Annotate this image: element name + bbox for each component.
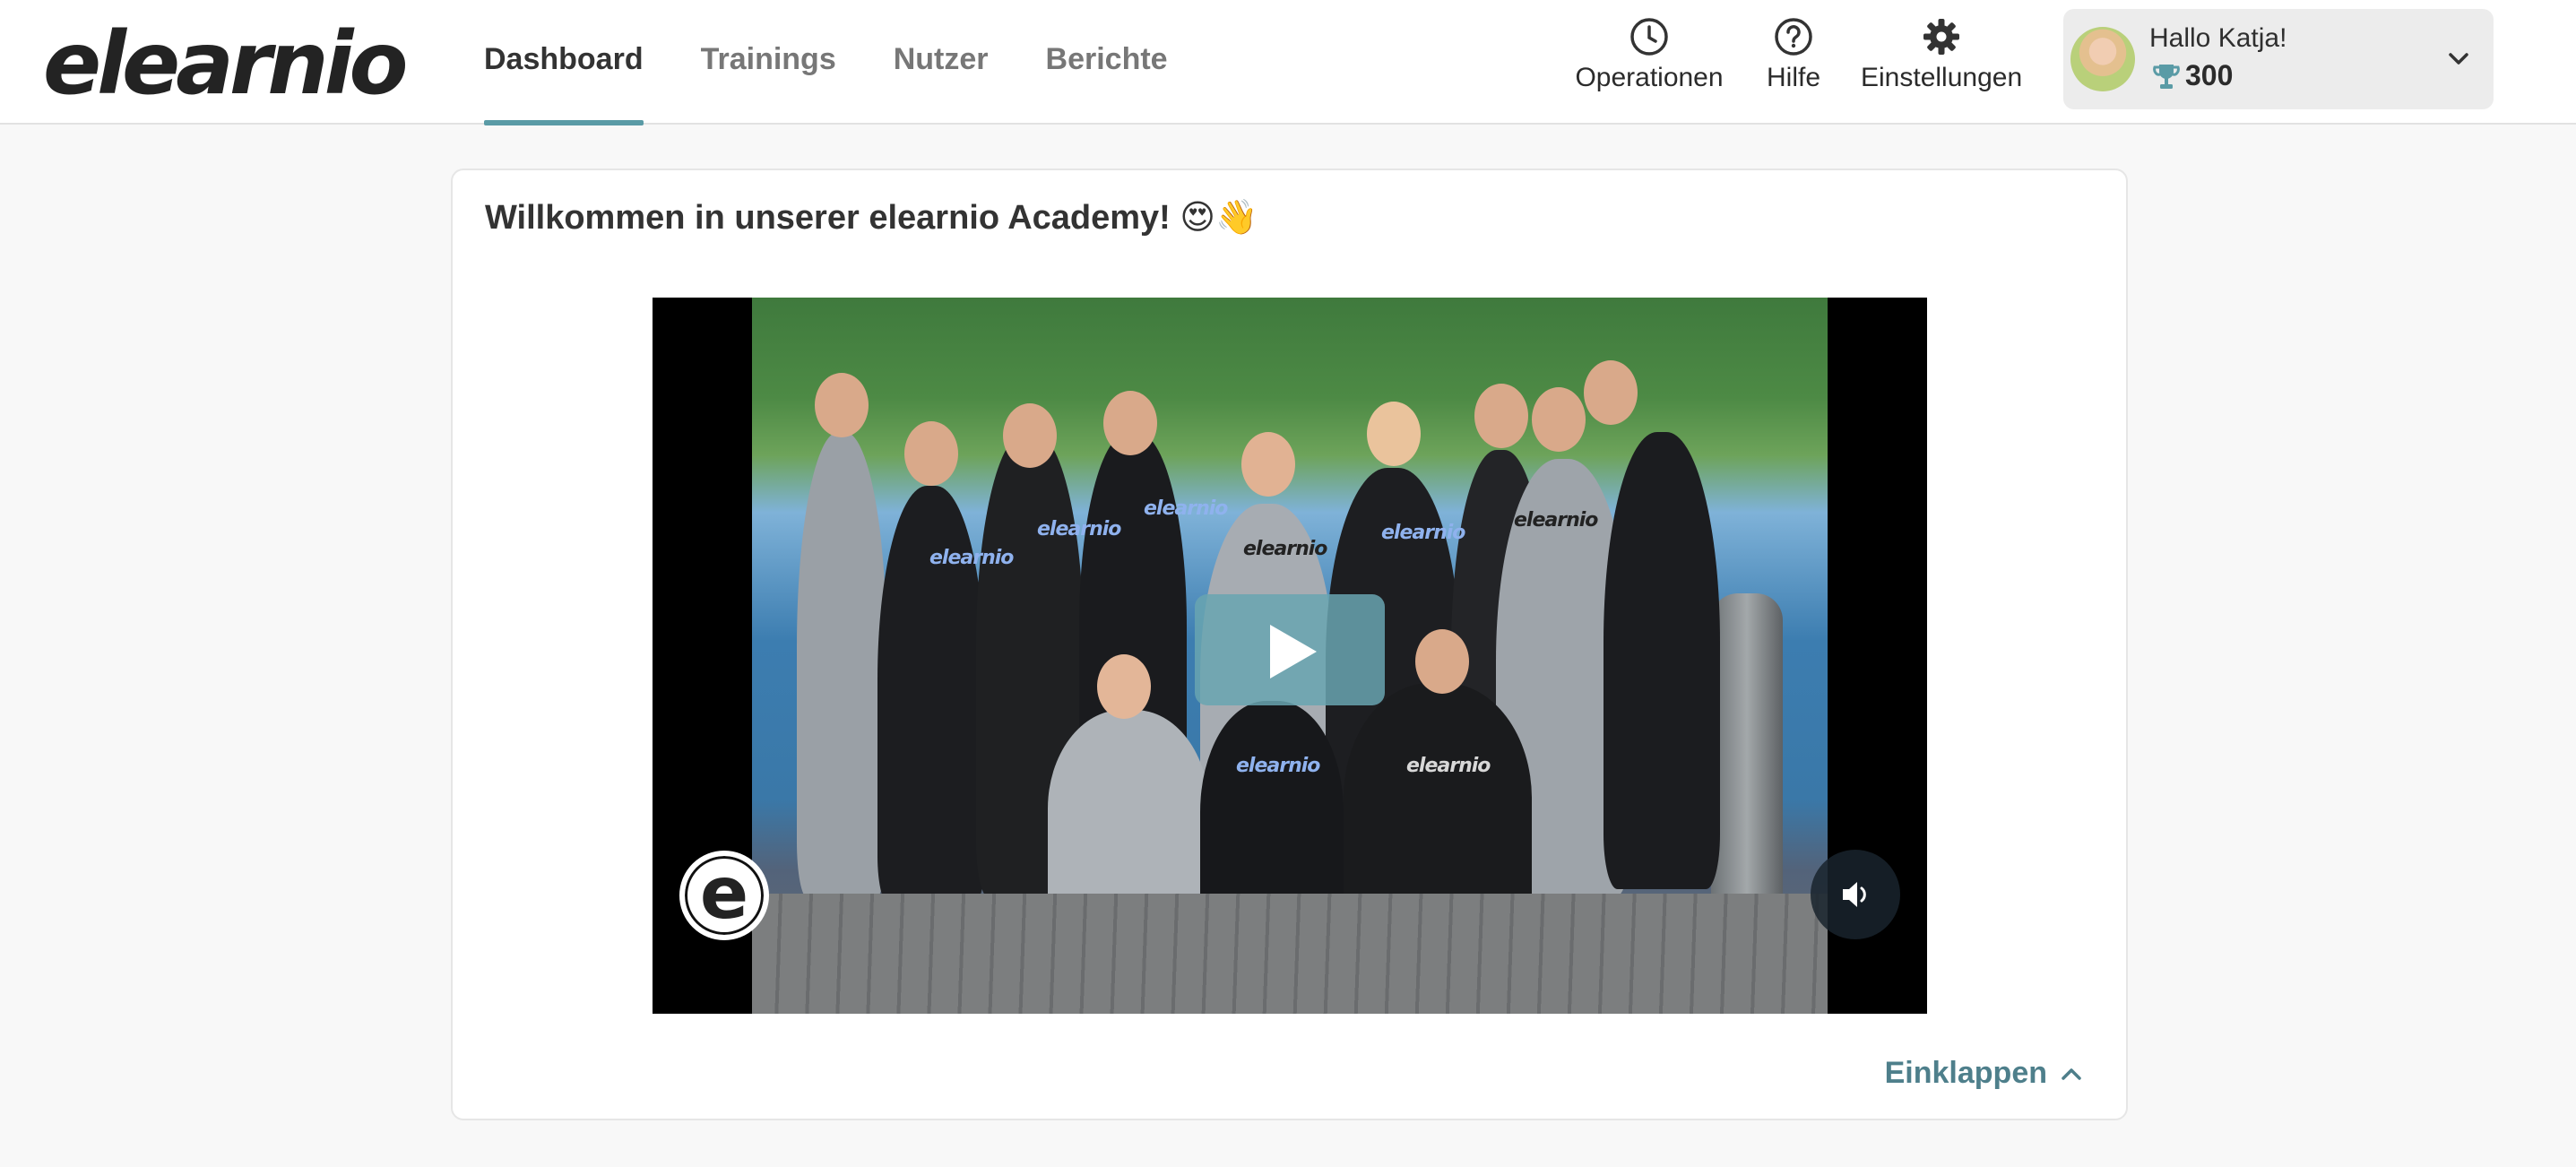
volume-button[interactable] bbox=[1811, 850, 1900, 939]
trophy-icon bbox=[2153, 64, 2180, 89]
play-button[interactable] bbox=[1195, 594, 1385, 705]
person-figure bbox=[1048, 710, 1209, 925]
help-button[interactable]: Hilfe bbox=[1762, 16, 1825, 106]
operations-button[interactable]: Operationen bbox=[1574, 16, 1725, 106]
person-head bbox=[1103, 391, 1157, 455]
user-menu[interactable]: Hallo Katja! 300 bbox=[2063, 9, 2494, 109]
welcome-title: Willkommen in unserer elearnio Academy! … bbox=[485, 199, 1258, 237]
hoodie-logo: elearnio bbox=[1406, 755, 1491, 777]
speaker-icon bbox=[1843, 882, 1866, 907]
help-label: Hilfe bbox=[1766, 63, 1820, 92]
hoodie-logo: elearnio bbox=[1037, 518, 1121, 540]
operations-label: Operationen bbox=[1575, 63, 1724, 92]
person-head bbox=[815, 373, 869, 437]
person-head bbox=[1532, 387, 1586, 452]
gear-icon bbox=[1923, 19, 1959, 55]
person-head bbox=[1367, 402, 1421, 466]
top-header: elearnio Dashboard Trainings Nutzer Beri… bbox=[0, 0, 2576, 125]
collapse-button[interactable]: Einklappen bbox=[1885, 1056, 2085, 1091]
nav-trainings[interactable]: Trainings bbox=[701, 0, 836, 125]
welcome-card: Willkommen in unserer elearnio Academy! … bbox=[451, 169, 2128, 1120]
play-icon bbox=[1270, 625, 1317, 679]
person-head bbox=[1415, 629, 1469, 694]
pier-deck bbox=[752, 894, 1828, 1014]
question-circle-icon bbox=[1775, 18, 1812, 56]
points-display: 300 bbox=[2151, 59, 2233, 92]
nav-dashboard[interactable]: Dashboard bbox=[484, 0, 644, 125]
logo[interactable]: elearnio bbox=[43, 14, 408, 113]
user-greeting: Hallo Katja! bbox=[2149, 23, 2287, 53]
hoodie-logo: elearnio bbox=[1243, 538, 1327, 560]
chevron-down-icon bbox=[2449, 53, 2468, 65]
person-figure bbox=[1604, 432, 1720, 889]
person-head bbox=[1241, 432, 1295, 497]
hoodie-logo: elearnio bbox=[929, 547, 1014, 569]
person-head bbox=[1097, 654, 1151, 719]
hoodie-logo: elearnio bbox=[1514, 509, 1598, 532]
avatar bbox=[2070, 27, 2135, 91]
nav-nutzer[interactable]: Nutzer bbox=[894, 0, 989, 125]
person-head bbox=[1584, 360, 1638, 425]
person-head bbox=[1474, 384, 1528, 448]
hoodie-logo: elearnio bbox=[1381, 522, 1465, 544]
pier-post bbox=[1711, 593, 1783, 898]
nav-berichte[interactable]: Berichte bbox=[1046, 0, 1168, 125]
settings-label: Einstellungen bbox=[1861, 63, 2023, 92]
person-head bbox=[904, 421, 958, 486]
points-value: 300 bbox=[2185, 59, 2234, 91]
hoodie-logo: elearnio bbox=[1236, 755, 1320, 777]
settings-button[interactable]: Einstellungen bbox=[1861, 16, 2022, 106]
hoodie-logo: elearnio bbox=[1144, 497, 1228, 520]
clock-icon bbox=[1630, 18, 1668, 56]
elearnio-badge-icon: e bbox=[679, 851, 769, 940]
person-head bbox=[1003, 403, 1057, 468]
chevron-up-icon bbox=[2062, 1068, 2081, 1080]
welcome-video-player[interactable]: elearnio elearnio elearnio elearnio elea… bbox=[653, 298, 1927, 1014]
collapse-label: Einklappen bbox=[1884, 1056, 2047, 1090]
person-figure bbox=[797, 432, 886, 898]
main-nav: Dashboard Trainings Nutzer Berichte bbox=[484, 0, 1225, 125]
